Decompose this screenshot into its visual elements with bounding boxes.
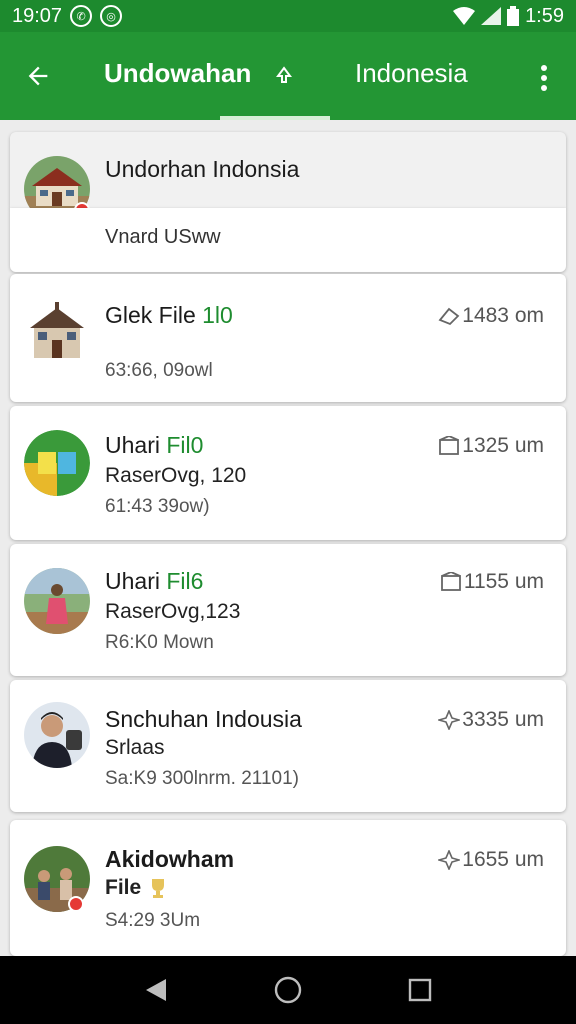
more-dot-icon	[541, 75, 547, 81]
whatsapp-notification-icon: ✆	[70, 5, 93, 27]
item-meta: S4:29 3Um	[105, 910, 201, 931]
item-distance-value: 3335 um	[462, 708, 544, 731]
trophy-icon	[152, 879, 165, 898]
nav-back-button[interactable]	[136, 970, 176, 1010]
list-item[interactable]: Uhari Fil0 RaserOvg, 120 61:43 39ow) 132…	[10, 406, 566, 540]
house-avatar	[24, 300, 90, 366]
square-recents-icon	[408, 978, 432, 1002]
item-subtitle: RaserOvg, 120	[105, 464, 247, 487]
item-distance-value: 1325 um	[462, 434, 544, 457]
more-dot-icon	[541, 85, 547, 91]
item-meta: 61:43 39ow)	[105, 496, 210, 517]
group-subtitle-row[interactable]: Vnard USww	[10, 208, 566, 272]
item-name-text: Uhari	[105, 568, 167, 594]
person-avatar	[24, 702, 90, 768]
item-subtitle: Srlaas	[105, 736, 165, 759]
item-distance: 1155 um	[440, 570, 544, 594]
compass-icon	[438, 710, 461, 730]
item-meta: Sa:K9 300lnrm. 21101)	[105, 768, 299, 789]
triangle-back-icon	[146, 979, 166, 1001]
item-name-accent: Fil6	[166, 568, 204, 594]
more-dot-icon	[541, 65, 547, 71]
list-item[interactable]: Glek File 1l0 63:66, 09owl 1483 om	[10, 274, 566, 402]
sync-icon[interactable]	[270, 62, 298, 90]
app-bar: Undowahan Indonesia	[0, 32, 576, 120]
group-header[interactable]: Undorhan Indonsia	[10, 132, 566, 222]
list-item[interactable]: Akidowham File S4:29 3Um 1655 um	[10, 820, 566, 956]
more-options-button[interactable]	[530, 60, 558, 96]
list-item[interactable]: Snchuhan Indousia Srlaas Sa:K9 300lnrm. …	[10, 680, 566, 812]
app-logo-avatar	[24, 430, 90, 496]
location-icon	[438, 307, 460, 326]
item-distance: 1483 om	[438, 304, 544, 328]
item-name: Uhari Fil6	[105, 568, 203, 595]
group-title: Undorhan Indonsia	[105, 156, 300, 182]
item-distance-value: 1655 um	[462, 848, 544, 871]
tab-indonesia[interactable]: Indonesia	[355, 58, 468, 89]
circle-home-icon	[274, 976, 302, 1004]
status-time-right: 1:59	[525, 4, 564, 27]
tab-indicator	[220, 116, 330, 120]
item-name-accent: 1l0	[202, 302, 233, 328]
item-subtitle: RaserOvg,123	[105, 600, 241, 623]
item-name: Snchuhan Indousia	[105, 706, 302, 732]
item-name: Akidowham	[105, 846, 235, 872]
nav-recents-button[interactable]	[400, 970, 440, 1010]
item-distance: 1655 um	[438, 848, 544, 872]
building-icon	[439, 436, 460, 455]
person-avatar	[24, 568, 90, 634]
arrow-back-icon	[28, 66, 48, 86]
item-distance: 1325 um	[438, 434, 544, 458]
battery-icon	[507, 6, 520, 26]
item-name-text: Uhari	[105, 432, 167, 458]
unread-badge	[68, 896, 84, 912]
signal-icon	[481, 7, 502, 25]
group-subtitle: Vnard USww	[105, 226, 221, 248]
item-name: Glek File 1l0	[105, 302, 233, 329]
tab-undowahan[interactable]: Undowahan	[104, 58, 251, 89]
list-item[interactable]: Uhari Fil6 RaserOvg,123 R6:K0 Mown 1155 …	[10, 544, 566, 676]
app-notification-icon: ◎	[100, 5, 123, 27]
status-bar: 19:07 ✆ ◎ 1:59	[0, 0, 576, 32]
item-distance-value: 1155 um	[463, 570, 544, 593]
item-distance-value: 1483 om	[462, 304, 544, 327]
building-icon	[440, 572, 461, 591]
item-name-text: Glek File	[105, 302, 203, 328]
nav-home-button[interactable]	[268, 970, 308, 1010]
item-subtitle: File	[105, 876, 167, 900]
wifi-icon	[453, 7, 476, 25]
item-name-accent: Fil0	[166, 432, 204, 458]
item-meta: 63:66, 09owl	[105, 360, 213, 381]
item-meta: R6:K0 Mown	[105, 632, 214, 653]
item-subtitle-text: File	[105, 876, 142, 899]
status-time: 19:07	[12, 4, 63, 27]
system-nav-bar	[0, 956, 576, 1024]
item-distance: 3335 um	[438, 708, 544, 732]
compass-icon	[438, 850, 461, 870]
back-button[interactable]	[18, 56, 58, 96]
item-name: Uhari Fil0	[105, 432, 203, 459]
